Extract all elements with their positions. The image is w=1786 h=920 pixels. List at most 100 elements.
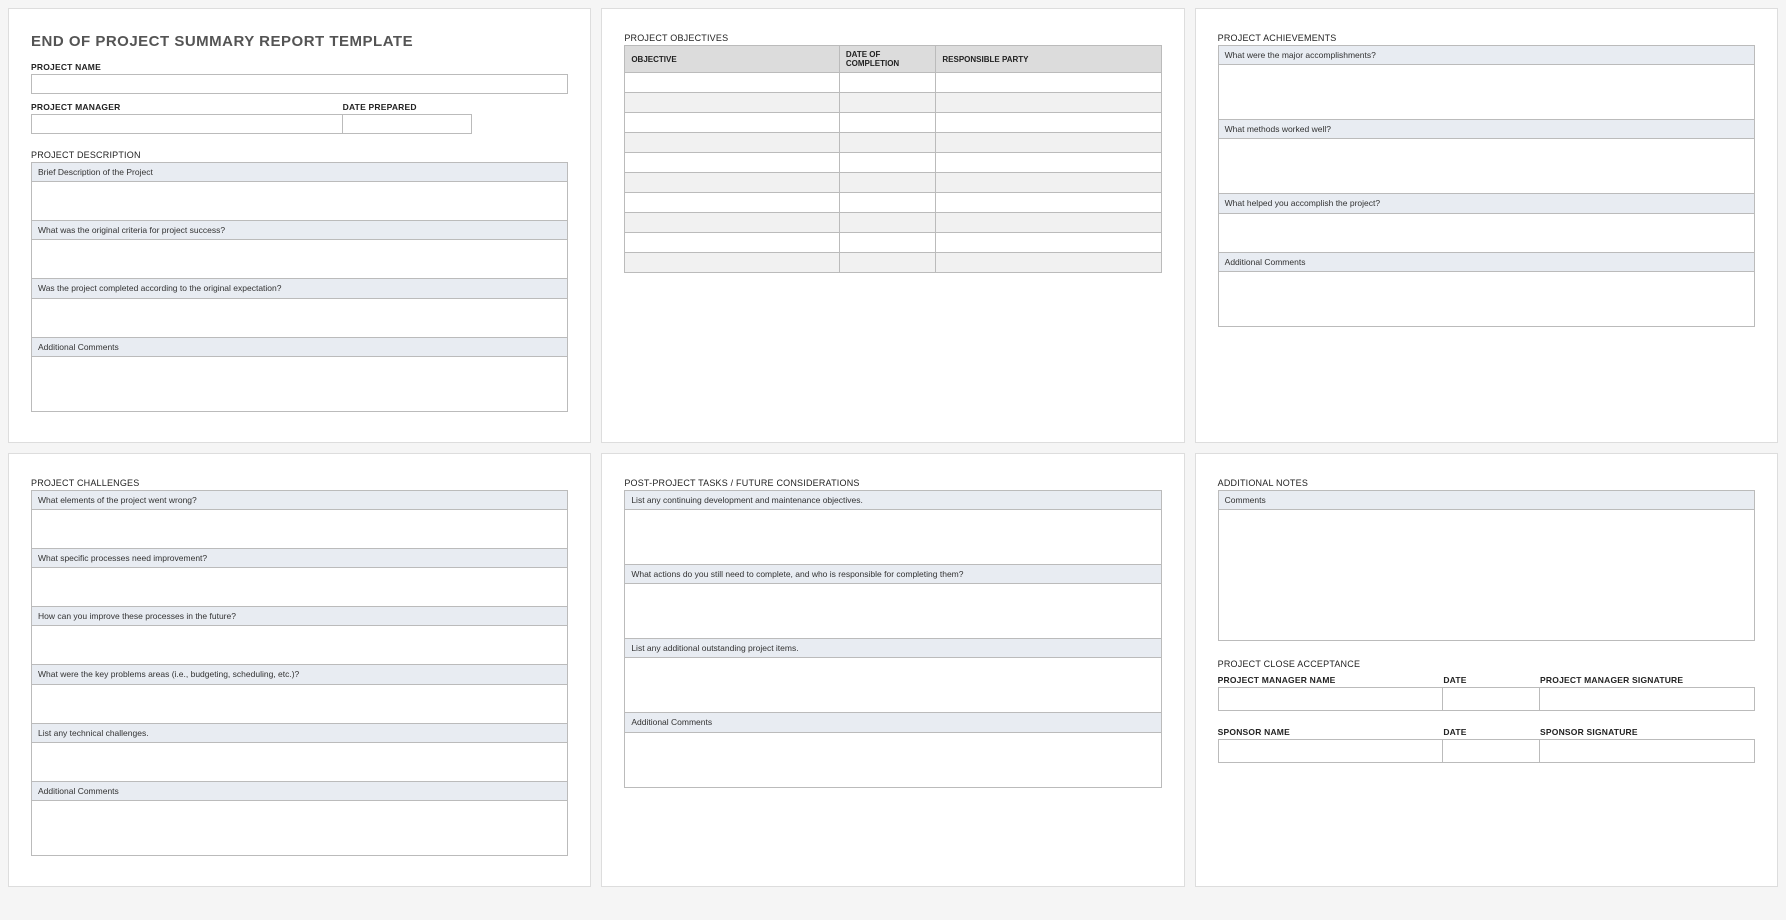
cell[interactable] [936,153,1161,173]
chal-block-1: What elements of the project went wrong? [31,490,568,549]
label-project-description: PROJECT DESCRIPTION [31,150,568,160]
input-pm-name[interactable] [1218,687,1444,711]
ach-q-3: What helped you accomplish the project? [1219,194,1754,213]
cell[interactable] [839,153,936,173]
chal-a-5[interactable] [32,743,567,781]
ach-a-4[interactable] [1219,272,1754,326]
post-a-1[interactable] [625,510,1160,564]
input-sponsor-signature[interactable] [1540,739,1755,763]
th-date-completion: DATE OF COMPLETION [839,46,936,73]
desc-block-3: Was the project completed according to t… [31,279,568,337]
desc-a-4[interactable] [32,357,567,411]
cell[interactable] [936,253,1161,273]
desc-a-1[interactable] [32,182,567,220]
cell[interactable] [839,213,936,233]
cell[interactable] [625,133,840,153]
chal-block-2: What specific processes need improvement… [31,549,568,607]
label-postproject: POST-PROJECT TASKS / FUTURE CONSIDERATIO… [624,478,1161,488]
table-row [625,233,1161,253]
ach-a-1[interactable] [1219,65,1754,119]
label-sponsor-signature: SPONSOR SIGNATURE [1540,727,1755,737]
cell[interactable] [839,113,936,133]
cell[interactable] [625,153,840,173]
post-block-2: What actions do you still need to comple… [624,565,1161,639]
label-objectives: PROJECT OBJECTIVES [624,33,1161,43]
table-row [625,193,1161,213]
cell[interactable] [936,73,1161,93]
cell[interactable] [936,213,1161,233]
notes-block: Comments [1218,490,1755,641]
chal-a-3[interactable] [32,626,567,664]
cell[interactable] [936,233,1161,253]
post-q-4: Additional Comments [625,713,1160,732]
ach-a-2[interactable] [1219,139,1754,193]
cell[interactable] [839,173,936,193]
table-row [625,253,1161,273]
cell[interactable] [936,113,1161,133]
cell[interactable] [625,213,840,233]
post-a-2[interactable] [625,584,1160,638]
cell[interactable] [839,73,936,93]
input-date-pm[interactable] [1443,687,1540,711]
chal-a-1[interactable] [32,510,567,548]
input-date-prepared[interactable] [343,114,472,134]
cell[interactable] [839,133,936,153]
cell[interactable] [625,193,840,213]
chal-a-2[interactable] [32,568,567,606]
cell[interactable] [625,253,840,273]
cell[interactable] [625,173,840,193]
ach-a-3[interactable] [1219,214,1754,252]
ach-block-1: What were the major accomplishments? [1218,45,1755,120]
cell[interactable] [936,133,1161,153]
objectives-table: OBJECTIVE DATE OF COMPLETION RESPONSIBLE… [624,45,1161,273]
desc-a-2[interactable] [32,240,567,278]
ach-block-4: Additional Comments [1218,253,1755,327]
chal-a-4[interactable] [32,685,567,723]
page-2-objectives: PROJECT OBJECTIVES OBJECTIVE DATE OF COM… [601,8,1184,443]
chal-a-6[interactable] [32,801,567,855]
ach-q-2: What methods worked well? [1219,120,1754,139]
input-project-manager[interactable] [31,114,343,134]
label-pm-signature: PROJECT MANAGER SIGNATURE [1540,675,1755,685]
label-close-acceptance: PROJECT CLOSE ACCEPTANCE [1218,659,1755,669]
cell[interactable] [625,73,840,93]
chal-block-4: What were the key problems areas (i.e., … [31,665,568,723]
cell[interactable] [625,233,840,253]
cell[interactable] [839,193,936,213]
cell[interactable] [625,113,840,133]
cell[interactable] [936,173,1161,193]
page-6-notes-close: ADDITIONAL NOTES Comments PROJECT CLOSE … [1195,453,1778,887]
post-a-4[interactable] [625,733,1160,787]
post-q-3: List any additional outstanding project … [625,639,1160,658]
cell[interactable] [839,233,936,253]
table-row [625,153,1161,173]
input-project-name[interactable] [31,74,568,94]
th-objective: OBJECTIVE [625,46,840,73]
desc-block-1: Brief Description of the Project [31,162,568,221]
desc-a-3[interactable] [32,299,567,337]
label-project-manager: PROJECT MANAGER [31,102,343,112]
chal-q-5: List any technical challenges. [32,724,567,743]
cell[interactable] [839,93,936,113]
table-row [625,213,1161,233]
chal-q-3: How can you improve these processes in t… [32,607,567,626]
input-date-sponsor[interactable] [1443,739,1540,763]
cell[interactable] [936,193,1161,213]
ach-q-4: Additional Comments [1219,253,1754,272]
notes-a[interactable] [1219,510,1754,640]
cell[interactable] [625,93,840,113]
label-date-sponsor: DATE [1443,727,1540,737]
label-challenges: PROJECT CHALLENGES [31,478,568,488]
input-sponsor-name[interactable] [1218,739,1444,763]
cell[interactable] [936,93,1161,113]
label-sponsor-name: SPONSOR NAME [1218,727,1444,737]
chal-q-2: What specific processes need improvement… [32,549,567,568]
label-date-prepared: DATE PREPARED [343,102,472,112]
report-title: END OF PROJECT SUMMARY REPORT TEMPLATE [31,33,568,50]
table-row [625,73,1161,93]
input-pm-signature[interactable] [1540,687,1755,711]
th-responsible-party: RESPONSIBLE PARTY [936,46,1161,73]
post-a-3[interactable] [625,658,1160,712]
table-row [625,113,1161,133]
cell[interactable] [839,253,936,273]
